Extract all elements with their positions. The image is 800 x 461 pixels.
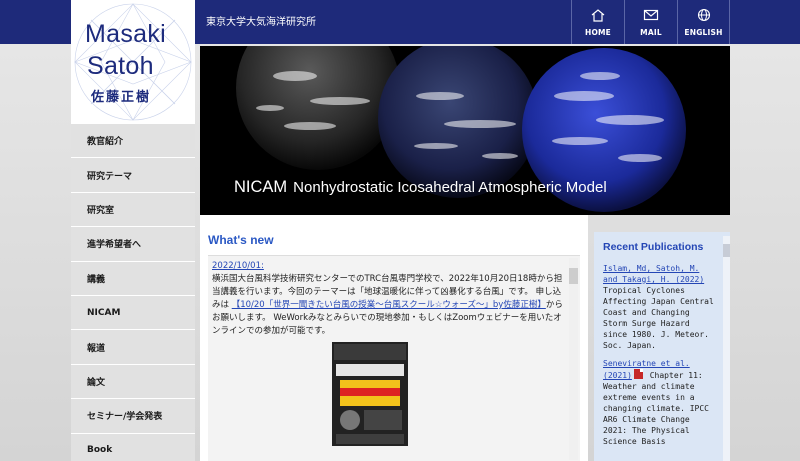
sidebar-nav: 教官紹介 研究テーマ 研究室 進学希望者へ 講義 NICAM 報道 論文 セミナ… [71, 124, 195, 461]
news-scroll-box[interactable]: 2022/10/01: 横浜国大台風科学技術研究センターでのTRC台風専門学校で… [208, 255, 580, 461]
sidebar-item-seminars[interactable]: セミナー/学会発表 [71, 399, 195, 434]
event-flyer-image[interactable] [332, 342, 408, 446]
hero-banner: NICAM Nonhydrostatic Icosahedral Atmosphe… [200, 46, 730, 215]
sidebar-item-research-themes[interactable]: 研究テーマ [71, 158, 195, 193]
flyer-graphic [332, 342, 408, 446]
hero-title: NICAM Nonhydrostatic Icosahedral Atmosphe… [234, 178, 607, 197]
publications-scrollbar-track[interactable] [723, 236, 730, 461]
sidebar-item-lab[interactable]: 研究室 [71, 192, 195, 228]
news-date-link[interactable]: 2022/10/01: [212, 261, 264, 271]
publication-entry: Islam, Md, Satoh, M. and Takagi, H. (202… [603, 263, 717, 351]
publication-text: Tropical Cyclones Affecting Japan Centra… [603, 286, 714, 350]
home-icon [591, 8, 605, 22]
sidebar-item-book[interactable]: Book [71, 433, 195, 461]
news-signup-link[interactable]: 【10/20「世界一聞きたい台風の授業～台風スクール☆ウォーズ～」by佐藤正樹】 [232, 300, 546, 310]
sidebar-item-lectures[interactable]: 講義 [71, 261, 195, 296]
sidebar-item-nicam[interactable]: NICAM [71, 295, 195, 331]
pdf-icon[interactable] [633, 369, 643, 379]
hero-subtitle: Nonhydrostatic Icosahedral Atmospheric M… [293, 179, 607, 196]
sidebar-item-press[interactable]: 報道 [71, 330, 195, 365]
logo-name-kanji: 佐藤正樹 [91, 90, 152, 105]
publication-entry: Seneviratne et al. (2021) Chapter 11: We… [603, 358, 717, 447]
sidebar-item-papers[interactable]: 論文 [71, 364, 195, 400]
news-scrollbar-thumb[interactable] [569, 268, 578, 284]
nav-english-button[interactable]: ENGLISH [677, 0, 730, 44]
logo-name-line1: Masaki [85, 20, 166, 48]
sidebar-item-staff[interactable]: 教官紹介 [71, 124, 195, 159]
university-name: 東京大学大気海洋研究所 [206, 17, 316, 28]
header-nav: HOME MAIL ENGLISH [571, 0, 730, 44]
globe-icon [697, 8, 710, 21]
nav-english-label: ENGLISH [684, 27, 723, 37]
nav-home-button[interactable]: HOME [571, 0, 624, 44]
nav-mail-label: MAIL [640, 27, 662, 37]
site-logo[interactable]: Masaki Satoh 佐藤正樹 [71, 0, 195, 124]
logo-name-line2: Satoh [87, 52, 154, 80]
nav-mail-button[interactable]: MAIL [624, 0, 677, 44]
hero-title-nicam: NICAM [234, 178, 288, 196]
mail-icon [643, 9, 659, 20]
publications-list: Islam, Md, Satoh, M. and Takagi, H. (202… [603, 263, 717, 454]
whats-new-section: What's new 2022/10/01: 横浜国大台風科学技術研究センターで… [200, 215, 588, 461]
sidebar-item-prospective-students[interactable]: 進学希望者へ [71, 227, 195, 262]
whats-new-title: What's new [208, 233, 274, 247]
news-item: 2022/10/01: 横浜国大台風科学技術研究センターでのTRC台風専門学校で… [212, 260, 564, 338]
recent-publications-panel: Recent Publications Islam, Md, Satoh, M.… [594, 232, 730, 461]
publication-authors-link[interactable]: Islam, Md, Satoh, M. and Takagi, H. (202… [603, 264, 704, 284]
nav-home-label: HOME [584, 27, 612, 37]
publications-title: Recent Publications [603, 241, 704, 253]
news-scrollbar-track[interactable] [569, 258, 578, 460]
publication-text: Chapter 11: Weather and climate extreme … [603, 371, 709, 446]
publications-scrollbar-thumb[interactable] [723, 244, 730, 257]
